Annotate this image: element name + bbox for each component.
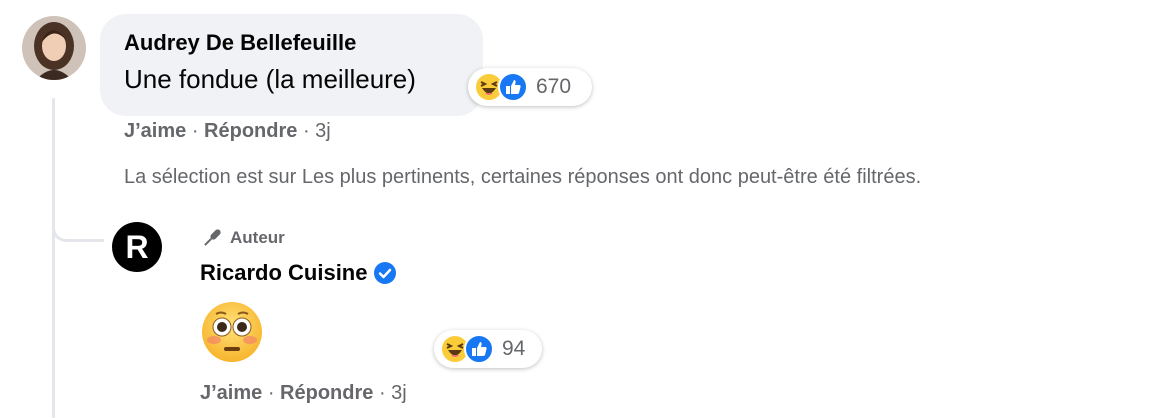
reply-author-row: Ricardo Cuisine	[200, 260, 397, 286]
reaction-summary[interactable]: 94	[434, 330, 542, 368]
reply-button[interactable]: Répondre	[204, 120, 297, 142]
avatar-letter: R	[125, 228, 149, 265]
reaction-count: 94	[502, 337, 526, 360]
author-badge-label: Auteur	[230, 228, 285, 247]
microphone-icon	[204, 229, 221, 246]
reply-button[interactable]: Répondre	[280, 382, 373, 404]
timestamp[interactable]: 3j	[315, 120, 331, 142]
avatar[interactable]: R	[112, 222, 162, 272]
reply-actions: J’aime · Répondre · 3j	[200, 382, 407, 405]
separator: ·	[262, 382, 281, 404]
reaction-count: 670	[536, 75, 572, 98]
like-icon	[464, 334, 494, 364]
timestamp[interactable]: 3j	[391, 382, 407, 404]
separator: ·	[373, 382, 392, 404]
like-button[interactable]: J’aime	[124, 120, 186, 142]
author-badge: Auteur	[200, 226, 285, 250]
flushed-face-icon	[200, 300, 264, 364]
reply-author[interactable]: Ricardo Cuisine	[200, 260, 367, 286]
reaction-summary[interactable]: 670	[468, 68, 592, 106]
like-button[interactable]: J’aime	[200, 382, 262, 404]
thread-branch	[52, 222, 104, 242]
separator: ·	[186, 120, 205, 142]
separator: ·	[297, 120, 316, 142]
comment-actions: J’aime · Répondre · 3j	[124, 120, 331, 143]
comment-author[interactable]: Audrey De Bellefeuille	[124, 30, 356, 56]
verified-badge-icon	[374, 262, 397, 284]
avatar[interactable]	[22, 16, 86, 80]
thread-line	[52, 98, 55, 418]
filter-notice: La sélection est sur Les plus pertinents…	[124, 166, 922, 188]
comment-text: Une fondue (la meilleure)	[124, 64, 416, 94]
like-icon	[498, 72, 528, 102]
